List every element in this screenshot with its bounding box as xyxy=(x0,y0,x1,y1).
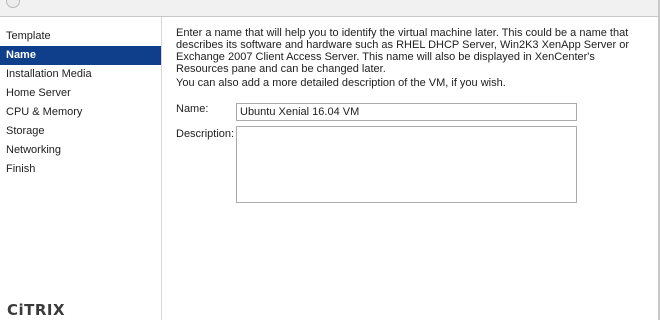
name-label: Name: xyxy=(176,103,209,115)
step-cpu-memory[interactable]: CPU & Memory xyxy=(0,103,161,122)
step-home-server[interactable]: Home Server xyxy=(0,84,161,103)
wizard-step-list: Template Name Installation Media Home Se… xyxy=(0,17,162,320)
step-storage[interactable]: Storage xyxy=(0,122,161,141)
wizard-icon xyxy=(6,0,20,8)
vm-name-input[interactable] xyxy=(236,103,577,121)
title-strip xyxy=(0,0,660,17)
name-page: Enter a name that will help you to ident… xyxy=(162,17,660,320)
vm-description-input[interactable] xyxy=(236,126,577,203)
step-name[interactable]: Name xyxy=(0,46,161,65)
step-finish[interactable]: Finish xyxy=(0,160,161,179)
description-label: Description: xyxy=(176,128,235,140)
step-networking[interactable]: Networking xyxy=(0,141,161,160)
intro-text: Enter a name that will help you to ident… xyxy=(176,27,630,75)
step-installation-media[interactable]: Installation Media xyxy=(0,65,161,84)
citrix-logo: CiTRIX xyxy=(7,301,66,319)
description-hint: You can also add a more detailed descrip… xyxy=(176,77,506,89)
step-template[interactable]: Template xyxy=(0,27,161,46)
new-vm-wizard: Template Name Installation Media Home Se… xyxy=(0,0,660,320)
